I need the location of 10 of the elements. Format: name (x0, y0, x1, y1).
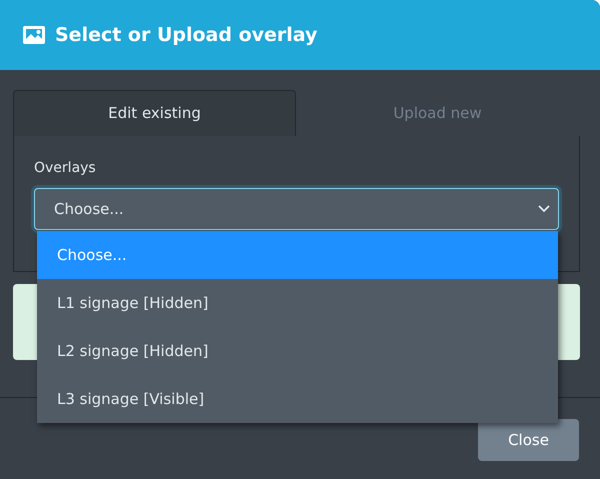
field-label: Overlays (34, 160, 97, 176)
dropdown-option[interactable]: L2 signage [Hidden] (37, 327, 558, 375)
dropdown-option[interactable]: L1 signage [Hidden] (37, 279, 558, 327)
tab[interactable]: Edit existing (13, 90, 296, 136)
dialog-title: Select or Upload overlay (55, 24, 318, 46)
close-button[interactable]: Close (478, 419, 579, 461)
image-icon (23, 26, 45, 44)
dropdown-option[interactable]: Choose... (37, 231, 558, 279)
overlays-select[interactable]: Choose... (34, 188, 559, 230)
chevron-down-icon (538, 205, 550, 213)
